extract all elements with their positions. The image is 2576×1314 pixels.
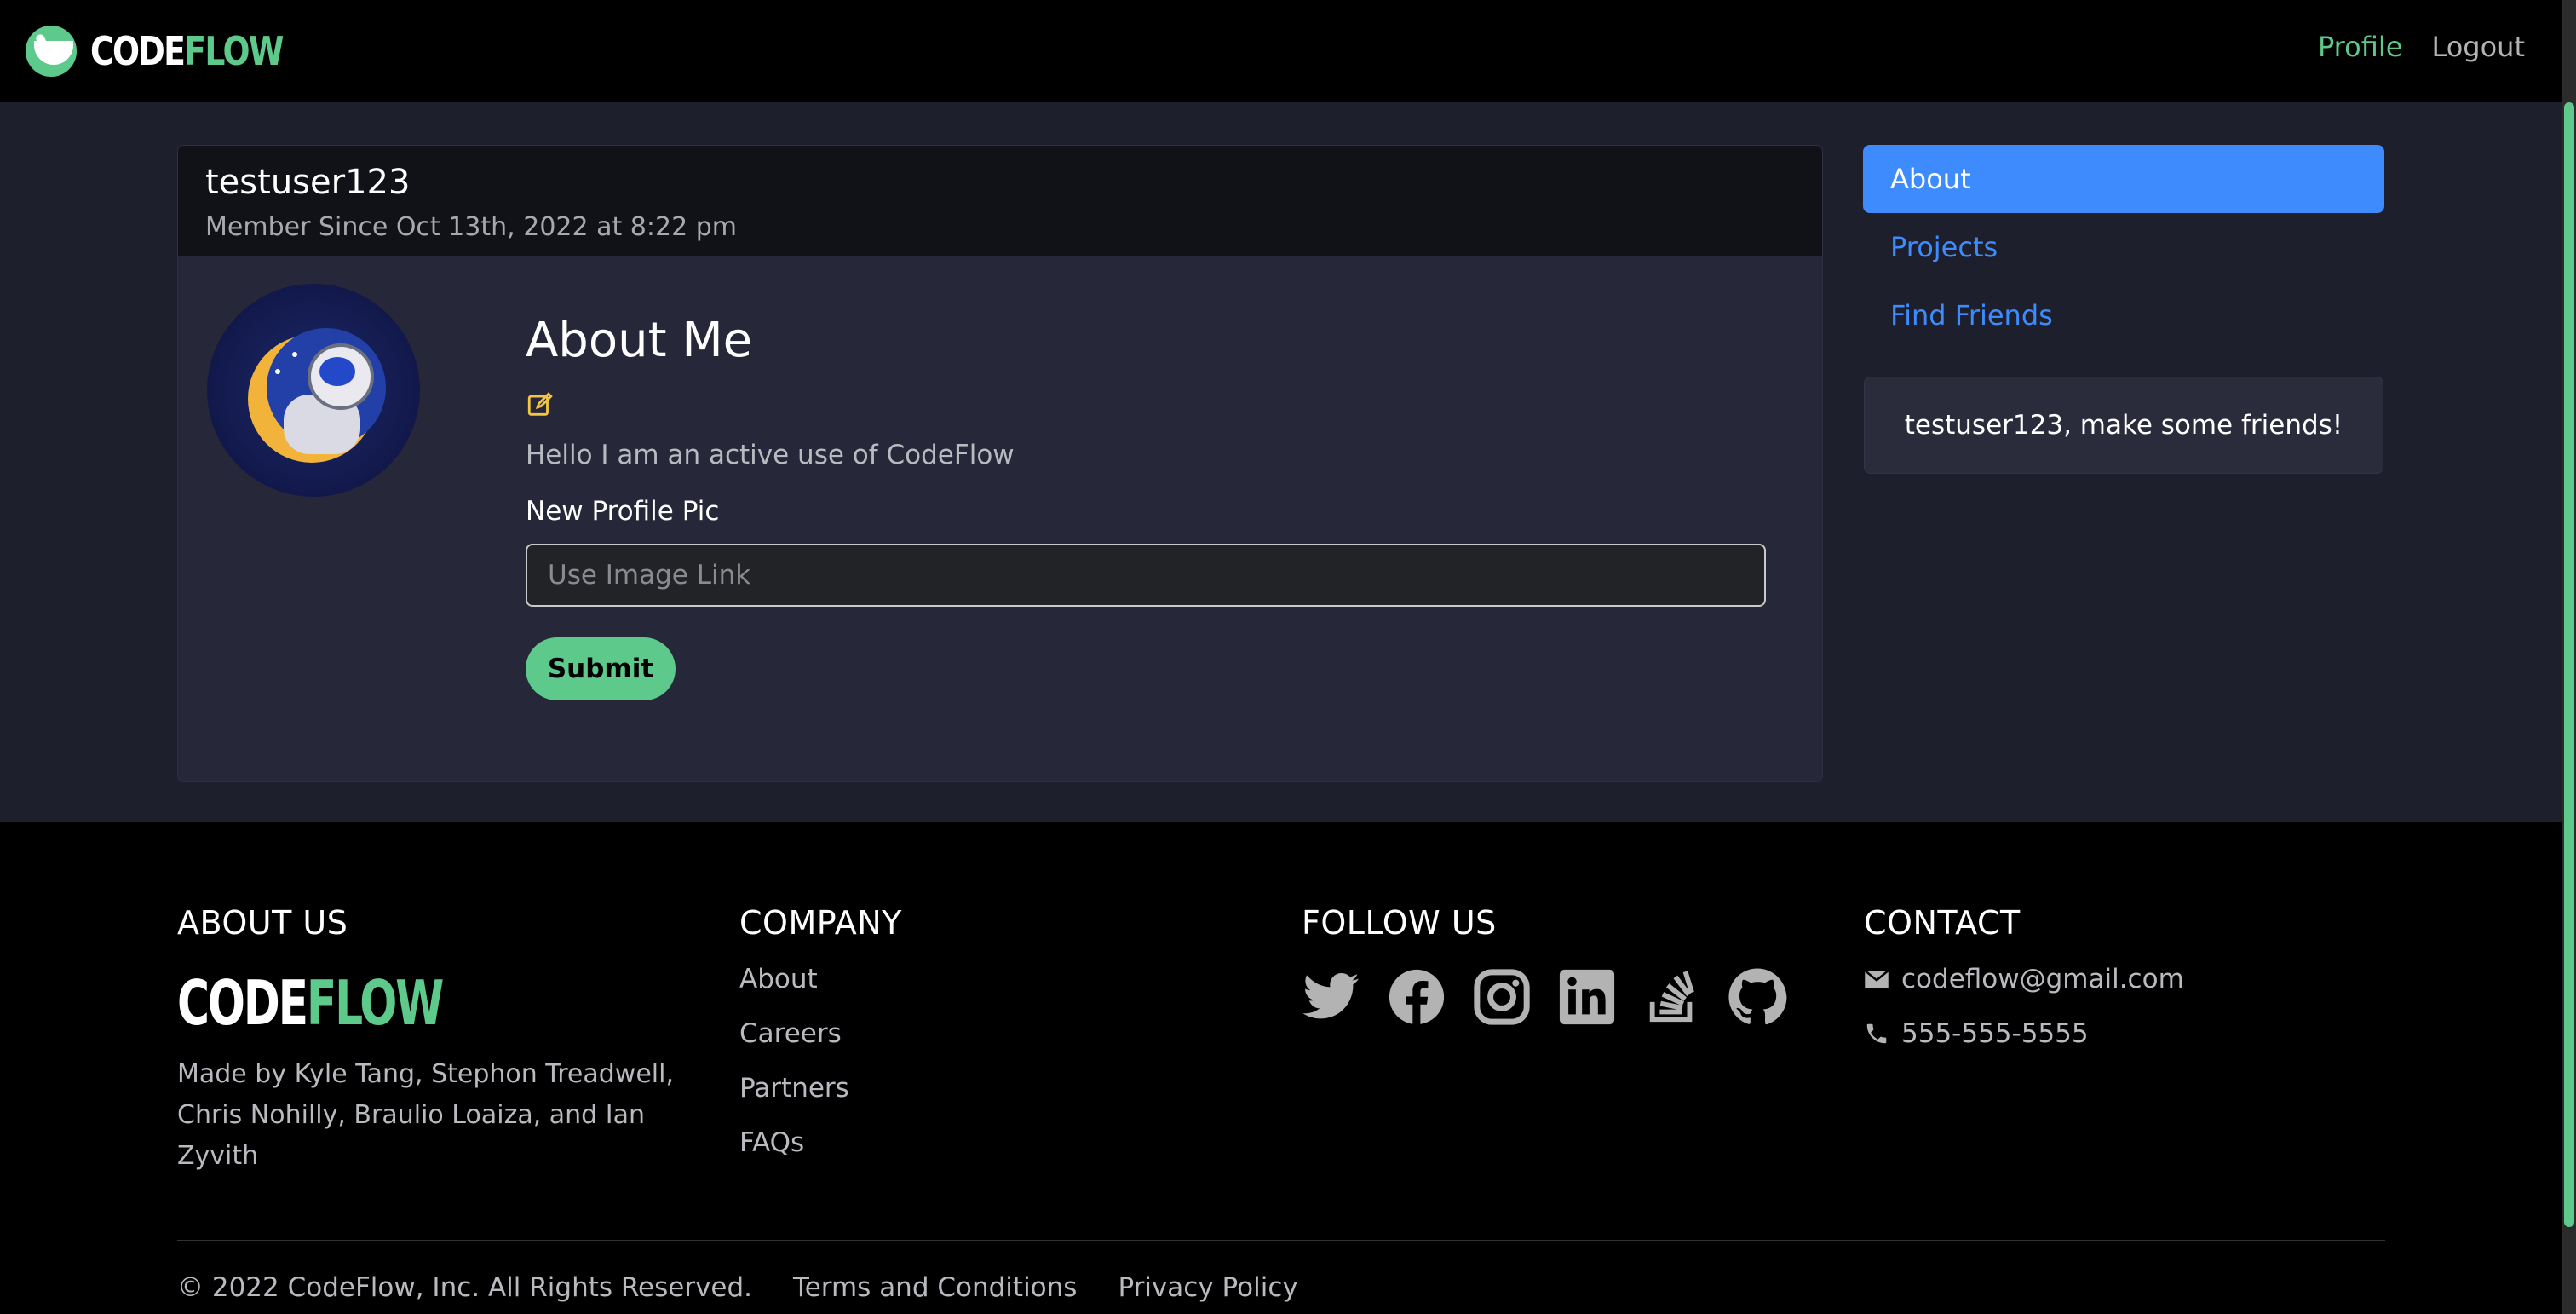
privacy-link[interactable]: Privacy Policy <box>1118 1272 1297 1303</box>
github-icon[interactable] <box>1728 967 1787 1027</box>
footer: ABOUT US CODE FLOW Made by Kyle Tang, Ste… <box>0 822 2576 1314</box>
image-link-input[interactable] <box>526 544 1766 607</box>
profile-card-header: testuser123 Member Since Oct 13th, 2022 … <box>178 146 1822 256</box>
footer-wordmark-code: CODE <box>177 967 308 1039</box>
footer-link-partners[interactable]: Partners <box>739 1069 902 1107</box>
about-section: About Me Hello I am an active use of Cod… <box>526 312 1769 700</box>
top-navbar: CODE FLOW Profile Logout <box>0 0 2576 102</box>
footer-link-faqs[interactable]: FAQs <box>739 1124 902 1161</box>
new-profile-pic-label: New Profile Pic <box>526 496 720 527</box>
footer-about-heading: ABOUT US <box>177 904 348 942</box>
profile-card: testuser123 Member Since Oct 13th, 2022 … <box>177 145 1823 782</box>
brand-wordmark-code: CODE <box>90 28 186 74</box>
footer-about-column: ABOUT US CODE FLOW Made by Kyle Tang, Ste… <box>177 904 705 1177</box>
twitter-icon[interactable] <box>1302 967 1361 1027</box>
footer-company-column: COMPANY About Careers Partners FAQs <box>739 904 902 1161</box>
stackoverflow-icon[interactable] <box>1642 967 1702 1027</box>
nav-logout-link[interactable]: Logout <box>2431 31 2525 63</box>
footer-contact-heading: CONTACT <box>1864 904 2021 942</box>
terms-link[interactable]: Terms and Conditions <box>793 1272 1077 1303</box>
profile-username: testuser123 <box>205 163 411 202</box>
codeflow-logo-icon <box>26 26 77 77</box>
brand-logo-link[interactable]: CODE FLOW <box>26 19 325 84</box>
bio-text: Hello I am an active use of CodeFlow <box>526 440 1015 470</box>
friends-card: testuser123, make some friends! <box>1864 377 2383 474</box>
footer-link-careers[interactable]: Careers <box>739 1015 902 1052</box>
contact-phone-row: 555-555-5555 <box>1864 1015 2184 1052</box>
scrollbar-thumb[interactable] <box>2564 102 2574 1227</box>
footer-follow-column: FOLLOW US <box>1302 904 1787 1027</box>
footer-wordmark: CODE FLOW <box>177 967 557 1039</box>
social-icons-row <box>1302 967 1787 1027</box>
friends-message: testuser123, make some friends! <box>1904 410 2343 441</box>
instagram-icon[interactable] <box>1472 967 1532 1027</box>
footer-wordmark-flow: FLOW <box>306 967 444 1039</box>
profile-side-nav: About Projects Find Friends <box>1863 145 2384 349</box>
about-me-title: About Me <box>526 313 753 368</box>
contact-email-row: codeflow@gmail.com <box>1864 960 2184 998</box>
contact-email-link[interactable]: codeflow@gmail.com <box>1901 964 2184 994</box>
side-nav-find-friends[interactable]: Find Friends <box>1863 281 2384 349</box>
brand-wordmark-flow: FLOW <box>184 28 284 74</box>
member-since-text: Member Since Oct 13th, 2022 at 8:22 pm <box>205 212 737 242</box>
footer-bottom-bar: © 2022 CodeFlow, Inc. All Rights Reserve… <box>177 1272 1298 1303</box>
phone-icon <box>1866 1023 1887 1044</box>
footer-follow-heading: FOLLOW US <box>1302 904 1497 942</box>
linkedin-icon[interactable] <box>1557 967 1617 1027</box>
avatar <box>207 284 420 497</box>
edit-icon[interactable] <box>526 390 555 419</box>
submit-button[interactable]: Submit <box>526 637 676 700</box>
nav-profile-link[interactable]: Profile <box>2318 31 2403 63</box>
page-scrollbar[interactable] <box>2562 0 2576 1314</box>
footer-contact-column: CONTACT codeflow@gmail.com 555-555-5555 <box>1864 904 2184 1052</box>
footer-company-heading: COMPANY <box>739 904 902 942</box>
footer-divider <box>177 1240 2385 1241</box>
footer-link-about[interactable]: About <box>739 960 902 998</box>
side-nav-projects[interactable]: Projects <box>1863 213 2384 281</box>
copyright-text: © 2022 CodeFlow, Inc. All Rights Reserve… <box>177 1272 753 1303</box>
footer-about-text: Made by Kyle Tang, Stephon Treadwell, Ch… <box>177 1059 674 1171</box>
facebook-icon[interactable] <box>1387 967 1446 1027</box>
envelope-icon <box>1864 970 1889 988</box>
brand-wordmark: CODE FLOW <box>90 28 284 74</box>
nav-links: Profile Logout <box>2318 31 2525 63</box>
side-nav-about[interactable]: About <box>1863 145 2384 213</box>
contact-phone-text: 555-555-5555 <box>1901 1018 2089 1049</box>
